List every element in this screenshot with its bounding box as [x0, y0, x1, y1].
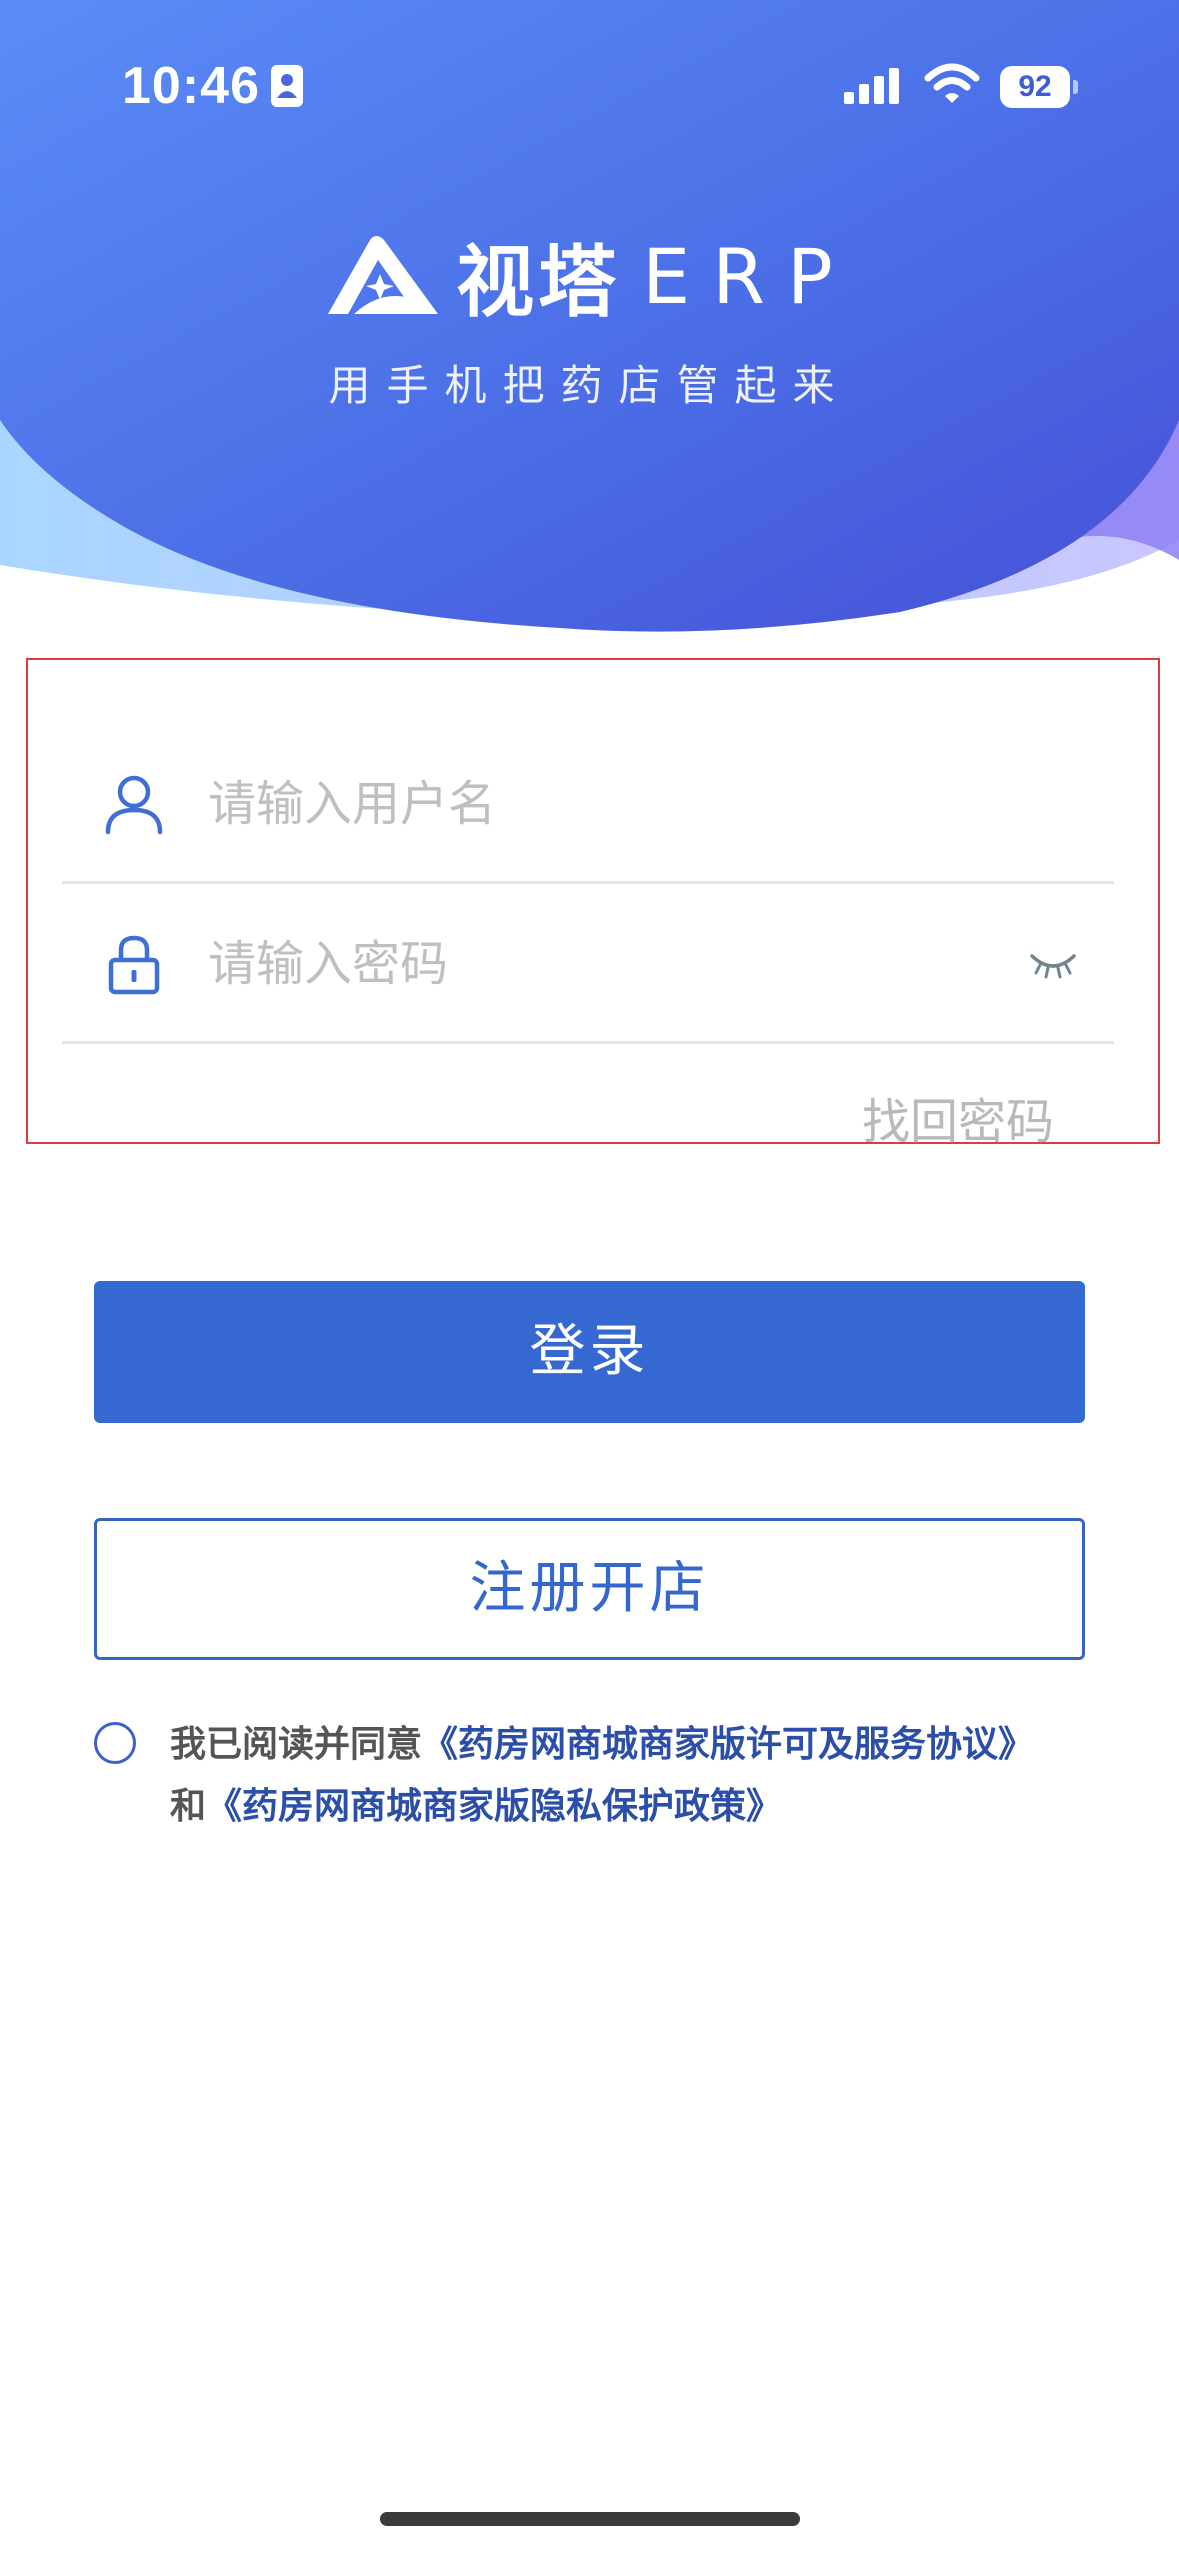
forgot-password-link[interactable]: 找回密码: [862, 1090, 1054, 1154]
battery-level: 92: [1018, 70, 1052, 103]
agreement-text: 我已阅读并同意《药房网商城商家版许可及服务协议》 和《药房网商城商家版隐私保护政…: [170, 1714, 1130, 1838]
signal-icon: [844, 68, 899, 104]
status-time: 10:46: [122, 57, 260, 115]
register-store-button[interactable]: 注册开店: [94, 1518, 1085, 1660]
mountain-logo-icon: [328, 236, 439, 314]
service-agreement-link[interactable]: 《药房网商城商家版许可及服务协议》: [422, 1724, 1034, 1765]
status-bar: 10:46 92: [0, 0, 1179, 150]
agreement-connector: 和: [170, 1786, 207, 1827]
password-field[interactable]: [62, 884, 1114, 1044]
header-banner: 10:46 92 视塔 ERP 用手机把药店管起来: [0, 0, 1179, 640]
agreement-prefix: 我已阅读并同意: [170, 1724, 423, 1765]
brand-name: 视塔: [456, 238, 621, 328]
wifi-icon: [924, 63, 980, 103]
lock-icon: [108, 935, 160, 995]
home-indicator[interactable]: [380, 2512, 800, 2526]
id-card-icon: [271, 65, 303, 107]
eye-closed-icon[interactable]: [1028, 946, 1078, 986]
login-screen: 10:46 92 视塔 ERP 用手机把药店管起来 请输入用户名 找回密码 登录…: [0, 0, 1179, 2556]
brand-logo: 视塔 ERP: [0, 220, 1179, 328]
agreement-checkbox[interactable]: [94, 1722, 136, 1764]
username-input[interactable]: [208, 764, 1008, 844]
username-field[interactable]: [62, 724, 1114, 884]
user-icon: [105, 775, 163, 835]
battery-icon: 92: [1000, 66, 1078, 108]
privacy-policy-link[interactable]: 《药房网商城商家版隐私保护政策》: [206, 1786, 782, 1827]
slogan: 用手机把药店管起来: [328, 361, 851, 410]
login-button[interactable]: 登录: [94, 1281, 1085, 1423]
password-input[interactable]: [208, 924, 1008, 1004]
brand-suffix: ERP: [642, 231, 855, 321]
